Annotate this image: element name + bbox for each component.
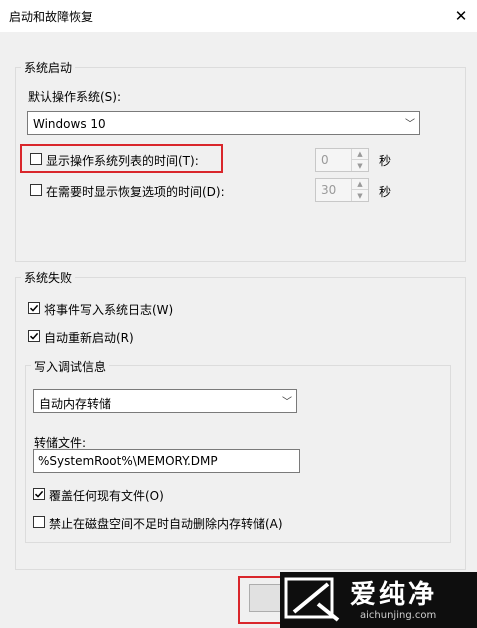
system-failure-group-label: 系统失败 — [21, 269, 76, 286]
show-os-list-spinner[interactable]: 0 ▲ ▼ — [315, 148, 369, 172]
auto-restart-label: 自动重新启动(R) — [44, 331, 134, 345]
watermark-brand: 爱纯净 — [350, 580, 438, 610]
spin-up-icon[interactable]: ▲ — [352, 149, 368, 160]
chevron-down-icon: ﹀ — [282, 397, 292, 408]
overwrite-checkbox[interactable] — [33, 488, 45, 500]
watermark-logo — [284, 576, 342, 624]
show-recovery-unit: 秒 — [379, 185, 392, 199]
check-icon — [29, 332, 39, 340]
dump-file-input[interactable]: %SystemRoot%\MEMORY.DMP — [33, 449, 300, 473]
show-recovery-label: 在需要时显示恢复选项的时间(D): — [46, 185, 225, 199]
disable-auto-delete-label: 禁止在磁盘空间不足时自动删除内存转储(A) — [49, 517, 283, 531]
brand-logo-icon — [284, 577, 340, 622]
close-icon: ✕ — [454, 7, 468, 25]
spin-down-icon[interactable]: ▼ — [352, 160, 368, 171]
spin-down-icon[interactable]: ▼ — [352, 190, 368, 201]
default-os-value: Windows 10 — [33, 117, 106, 131]
disable-auto-delete-checkbox[interactable] — [33, 516, 45, 528]
dump-type-select[interactable]: 自动内存转储 ﹀ — [33, 389, 297, 413]
watermark-url: aichunjing.com — [360, 610, 437, 621]
ok-button[interactable] — [249, 584, 283, 612]
dump-type-value: 自动内存转储 — [39, 397, 112, 411]
show-recovery-spinner[interactable]: 30 ▲ ▼ — [315, 178, 369, 202]
overwrite-label: 覆盖任何现有文件(O) — [49, 489, 164, 503]
write-event-checkbox[interactable] — [28, 302, 40, 314]
write-event-label: 将事件写入系统日志(W) — [44, 303, 174, 317]
show-os-list-value: 0 — [321, 153, 329, 167]
window-title: 启动和故障恢复 — [9, 10, 94, 24]
auto-restart-checkbox[interactable] — [28, 330, 40, 342]
debug-info-group-label: 写入调试信息 — [31, 358, 110, 375]
show-recovery-checkbox[interactable] — [30, 184, 42, 196]
show-os-list-unit: 秒 — [379, 154, 392, 168]
chevron-down-icon: ﹀ — [405, 119, 415, 130]
show-os-list-checkbox[interactable] — [30, 153, 42, 165]
show-os-list-label: 显示操作系统列表的时间(T): — [46, 154, 199, 168]
check-icon — [34, 490, 44, 498]
dump-file-value: %SystemRoot%\MEMORY.DMP — [38, 454, 218, 468]
system-startup-group-label: 系统启动 — [21, 59, 76, 76]
default-os-select[interactable]: Windows 10 ﹀ — [27, 111, 420, 135]
spin-up-icon[interactable]: ▲ — [352, 179, 368, 190]
show-recovery-value: 30 — [321, 183, 337, 197]
close-button[interactable]: ✕ — [445, 0, 477, 32]
check-icon — [29, 304, 39, 312]
default-os-label: 默认操作系统(S): — [28, 90, 122, 104]
